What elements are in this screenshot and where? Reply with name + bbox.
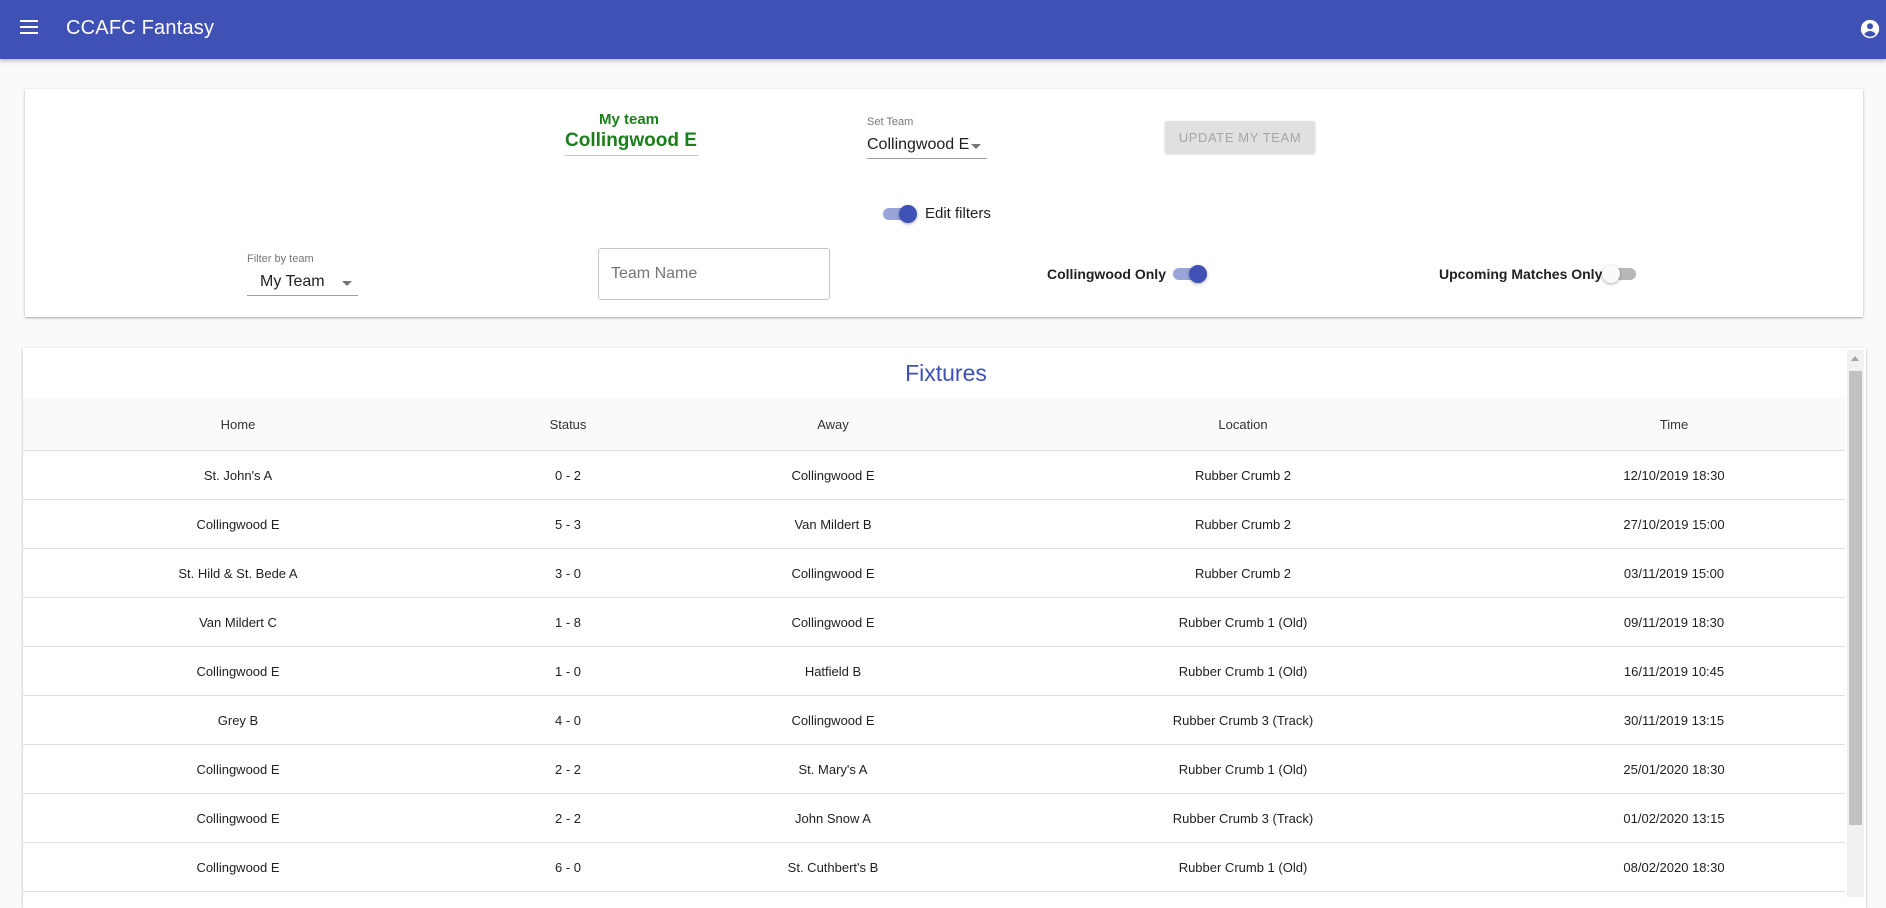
collingwood-only-label: Collingwood Only	[1047, 266, 1166, 282]
fixtures-card: Fixtures Home Status Away Location Time …	[23, 348, 1866, 908]
away-cell: Collingwood E	[791, 712, 875, 728]
set-team-label: Set Team	[867, 116, 914, 128]
status-cell: 5 - 3	[554, 516, 581, 532]
away-cell: Collingwood E	[791, 467, 875, 483]
away-cell: Hatfield B	[804, 663, 862, 679]
scrollbar-thumb[interactable]	[1849, 371, 1862, 825]
edit-filters-toggle[interactable]	[881, 204, 917, 224]
status-cell: 6 - 0	[554, 859, 581, 875]
table-row[interactable]: Collingwood E 2 - 2 St. Mary's A Rubber …	[23, 745, 1845, 794]
home-cell: Collingwood E	[196, 663, 280, 679]
table-row[interactable]: Collingwood E 5 - 3 Van Mildert B Rubber…	[23, 500, 1845, 549]
home-cell: St. Hild & St. Bede A	[178, 565, 298, 581]
home-cell: Grey B	[217, 712, 259, 728]
away-cell: Collingwood E	[791, 614, 875, 630]
status-cell: 3 - 0	[554, 565, 581, 581]
table-row[interactable]: Collingwood E 2 - 2 John Snow A Rubber C…	[23, 794, 1845, 843]
column-header-location[interactable]: Location	[983, 398, 1503, 450]
status-cell: 1 - 0	[554, 663, 581, 679]
fixtures-scrollbar[interactable]	[1847, 350, 1864, 897]
chevron-down-icon	[342, 281, 352, 286]
my-team-name: Collingwood E	[564, 130, 698, 156]
away-cell: St. Cuthbert's B	[787, 859, 879, 875]
app-bar: CCAFC Fantasy	[0, 0, 1886, 59]
upcoming-matches-only-toggle[interactable]	[1602, 264, 1638, 284]
time-cell: 08/02/2020 18:30	[1623, 859, 1725, 875]
status-cell: 2 - 2	[554, 761, 581, 777]
location-cell: Rubber Crumb 2	[1194, 565, 1292, 581]
scroll-up-arrow-icon[interactable]	[1851, 356, 1859, 361]
table-row[interactable]: St. John's A 0 - 2 Collingwood E Rubber …	[23, 451, 1845, 500]
update-my-team-button[interactable]: UPDATE MY TEAM	[1165, 121, 1315, 153]
location-cell: Rubber Crumb 3 (Track)	[1172, 810, 1314, 826]
table-header: Home Status Away Location Time	[23, 398, 1845, 451]
home-cell: St. John's A	[203, 467, 273, 483]
time-cell: 12/10/2019 18:30	[1623, 467, 1725, 483]
away-cell: St. Mary's A	[798, 761, 868, 777]
filter-by-team-value: My Team	[260, 273, 325, 290]
chevron-down-icon	[971, 144, 981, 149]
set-team-value: Collingwood E	[867, 136, 970, 153]
table-row[interactable]: Grey B 4 - 0 Collingwood E Rubber Crumb …	[23, 696, 1845, 745]
account-circle-icon[interactable]	[1859, 18, 1881, 40]
away-cell: Van Mildert B	[794, 516, 872, 532]
upcoming-matches-only-label: Upcoming Matches Only	[1439, 266, 1603, 282]
menu-icon[interactable]	[20, 20, 38, 34]
collingwood-only-toggle[interactable]	[1171, 264, 1207, 284]
time-cell: 16/11/2019 10:45	[1623, 663, 1725, 679]
location-cell: Rubber Crumb 2	[1194, 516, 1292, 532]
home-cell: Collingwood E	[196, 810, 280, 826]
app-title: CCAFC Fantasy	[66, 17, 215, 39]
location-cell: Rubber Crumb 1 (Old)	[1178, 859, 1308, 875]
filter-by-team-select[interactable]: My Team	[247, 272, 358, 296]
table-row[interactable]: Collingwood E 6 - 0 St. Cuthbert's B Rub…	[23, 843, 1845, 892]
location-cell: Rubber Crumb 1 (Old)	[1178, 663, 1308, 679]
table-row[interactable]: Collingwood E 1 - 0 Hatfield B Rubber Cr…	[23, 647, 1845, 696]
status-cell: 1 - 8	[554, 614, 581, 630]
location-cell: Rubber Crumb 1 (Old)	[1178, 614, 1308, 630]
location-cell: Rubber Crumb 3 (Track)	[1172, 712, 1314, 728]
team-name-input[interactable]	[598, 248, 830, 300]
set-team-select[interactable]: Collingwood E	[867, 136, 987, 159]
my-team-label: My team	[598, 111, 660, 128]
filter-by-team-label: Filter by team	[247, 253, 314, 265]
edit-filters-label: Edit filters	[925, 205, 991, 222]
fixtures-title: Fixtures	[905, 360, 987, 386]
status-cell: 2 - 2	[554, 810, 581, 826]
away-cell: Collingwood E	[791, 565, 875, 581]
home-cell: Collingwood E	[196, 516, 280, 532]
time-cell: 27/10/2019 15:00	[1623, 516, 1725, 532]
location-cell: Rubber Crumb 1 (Old)	[1178, 761, 1308, 777]
fixtures-table: Home Status Away Location Time St. John'…	[23, 398, 1845, 892]
status-cell: 0 - 2	[554, 467, 581, 483]
table-row[interactable]: St. Hild & St. Bede A 3 - 0 Collingwood …	[23, 549, 1845, 598]
time-cell: 30/11/2019 13:15	[1623, 712, 1725, 728]
column-header-status[interactable]: Status	[453, 398, 683, 450]
time-cell: 01/02/2020 13:15	[1623, 810, 1725, 826]
home-cell: Collingwood E	[196, 761, 280, 777]
column-header-home[interactable]: Home	[23, 398, 453, 450]
time-cell: 25/01/2020 18:30	[1623, 761, 1725, 777]
away-cell: John Snow A	[795, 810, 871, 826]
column-header-away[interactable]: Away	[683, 398, 983, 450]
home-cell: Van Mildert C	[199, 614, 277, 630]
status-cell: 4 - 0	[554, 712, 581, 728]
location-cell: Rubber Crumb 2	[1194, 467, 1292, 483]
time-cell: 03/11/2019 15:00	[1623, 565, 1725, 581]
home-cell: Collingwood E	[196, 859, 280, 875]
column-header-time[interactable]: Time	[1503, 398, 1845, 450]
time-cell: 09/11/2019 18:30	[1623, 614, 1725, 630]
table-row[interactable]: Van Mildert C 1 - 8 Collingwood E Rubber…	[23, 598, 1845, 647]
